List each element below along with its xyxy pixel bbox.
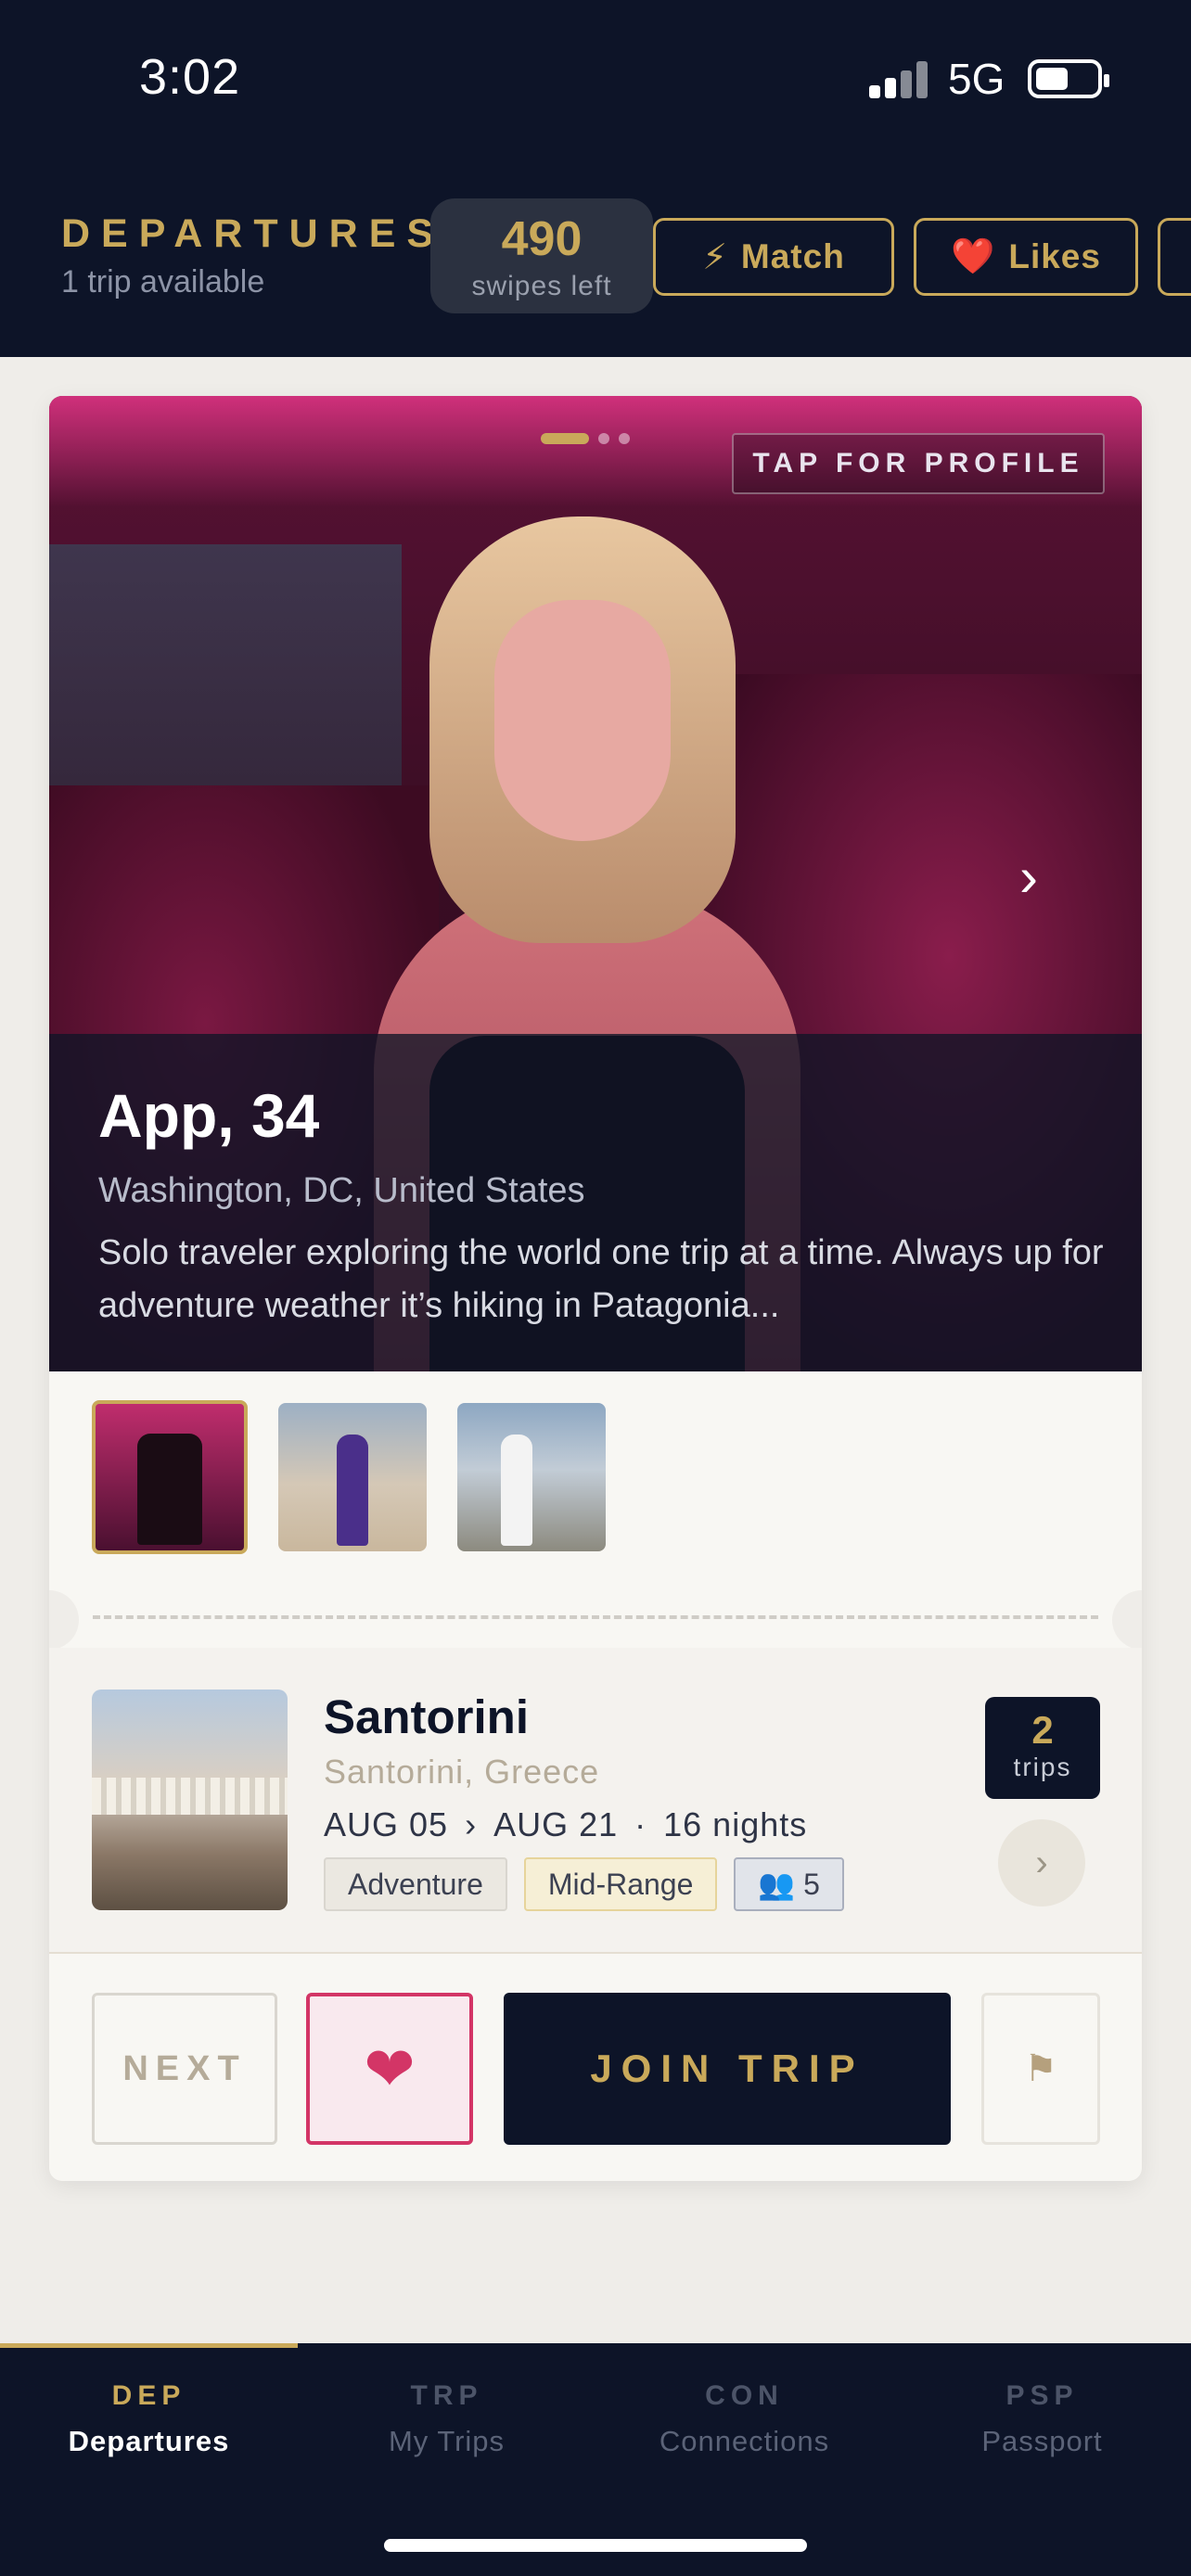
tap-for-profile-button[interactable]: TAP FOR PROFILE	[732, 433, 1105, 494]
trip-location: Santorini, Greece	[324, 1753, 600, 1791]
swipes-count: 490	[501, 212, 583, 266]
lightning-icon: ⚡	[702, 237, 728, 277]
tab-code: DEP	[111, 2380, 186, 2411]
profile-name: App, 34	[98, 1081, 320, 1150]
heart-icon: ❤️	[951, 237, 996, 276]
photo-thumbnail-2[interactable]	[278, 1403, 427, 1551]
tab-label: Passport	[981, 2425, 1103, 2457]
swipes-counter: 490 swipes left	[430, 198, 653, 313]
likes-button[interactable]: ❤️ Likes	[914, 218, 1138, 296]
more-header-button[interactable]	[1158, 218, 1191, 296]
trips-label: trips	[1013, 1753, 1072, 1781]
chevron-right-icon[interactable]: ›	[1019, 845, 1038, 909]
ticket-notch-left	[49, 1590, 79, 1650]
profile-bio: Solo traveler exploring the world one tr…	[98, 1233, 1104, 1325]
group-size-badge: 👥 5	[734, 1857, 844, 1911]
likes-label: Likes	[1008, 237, 1101, 275]
flag-icon: ⚑	[1024, 2048, 1057, 2089]
tab-label: Connections	[659, 2425, 830, 2457]
photo-dot	[619, 433, 630, 444]
join-trip-button[interactable]: JOIN TRIP	[504, 1993, 951, 2145]
status-time: 3:02	[139, 49, 241, 105]
trip-dates: AUG 05 › AUG 21 · 16 nights	[324, 1805, 807, 1844]
tab-my-trips[interactable]: TRP My Trips	[298, 2380, 596, 2458]
trip-summary[interactable]: Santorini Santorini, Greece AUG 05 › AUG…	[49, 1648, 1142, 1954]
swipes-label: swipes left	[471, 271, 612, 301]
tab-code: CON	[705, 2380, 784, 2411]
profile-info-overlay: App, 34 Washington, DC, United States So…	[49, 1034, 1142, 1371]
departure-card: TAP FOR PROFILE › App, 34 Washington, DC…	[49, 396, 1142, 2181]
trip-tags: Adventure Mid-Range 👥 5	[324, 1857, 844, 1911]
action-bar: NEXT ❤ JOIN TRIP ⚑	[49, 1956, 1142, 2181]
date-dot: ·	[634, 1805, 647, 1843]
trips-count-badge: 2 trips	[985, 1697, 1100, 1799]
tab-code: PSP	[1005, 2380, 1079, 2411]
trips-count: 2	[1031, 1708, 1054, 1752]
like-button[interactable]: ❤	[306, 1993, 473, 2145]
photo-thumbnail-3[interactable]	[457, 1403, 606, 1551]
signal-icon	[869, 61, 930, 98]
home-indicator	[384, 2539, 807, 2552]
heart-icon: ❤	[364, 2034, 416, 2103]
trip-image	[92, 1690, 288, 1910]
tab-code: TRP	[410, 2380, 483, 2411]
trip-nights: 16 nights	[663, 1805, 808, 1843]
photo-thumbnail-1[interactable]	[92, 1400, 248, 1554]
tab-departures[interactable]: DEP Departures	[0, 2380, 298, 2458]
photo-thumbnails	[92, 1400, 606, 1554]
photo-page-dots	[541, 433, 630, 444]
network-label: 5G	[948, 55, 1005, 103]
profile-photo[interactable]: TAP FOR PROFILE › App, 34 Washington, DC…	[49, 396, 1142, 1371]
trip-details-button[interactable]: ›	[998, 1819, 1085, 1906]
battery-icon	[1028, 59, 1109, 98]
date-arrow: ›	[465, 1805, 478, 1843]
tag-adventure: Adventure	[324, 1857, 507, 1911]
tab-passport[interactable]: PSP Passport	[893, 2380, 1191, 2458]
match-button[interactable]: ⚡ Match	[653, 218, 894, 296]
profile-location: Washington, DC, United States	[98, 1171, 585, 1210]
trip-title: Santorini	[324, 1690, 530, 1743]
photo-dot	[598, 433, 609, 444]
photo-dot-active	[541, 433, 589, 444]
header-bar: 3:02 5G DEPARTURES 1 trip available 490 …	[0, 0, 1191, 357]
trip-start-date: AUG 05	[324, 1805, 449, 1843]
active-tab-indicator	[0, 2343, 298, 2348]
trips-available: 1 trip available	[61, 264, 265, 300]
tab-connections[interactable]: CON Connections	[596, 2380, 893, 2458]
tag-mid-range: Mid-Range	[523, 1857, 718, 1911]
tab-label: Departures	[68, 2425, 230, 2457]
next-button[interactable]: NEXT	[92, 1993, 277, 2145]
ticket-divider	[93, 1615, 1098, 1619]
tab-label: My Trips	[388, 2425, 506, 2457]
chevron-right-icon: ›	[1035, 1842, 1048, 1883]
match-label: Match	[740, 237, 845, 275]
report-button[interactable]: ⚑	[981, 1993, 1100, 2145]
ticket-notch-right	[1112, 1590, 1142, 1650]
trip-end-date: AUG 21	[493, 1805, 619, 1843]
page-title: DEPARTURES	[61, 211, 445, 256]
